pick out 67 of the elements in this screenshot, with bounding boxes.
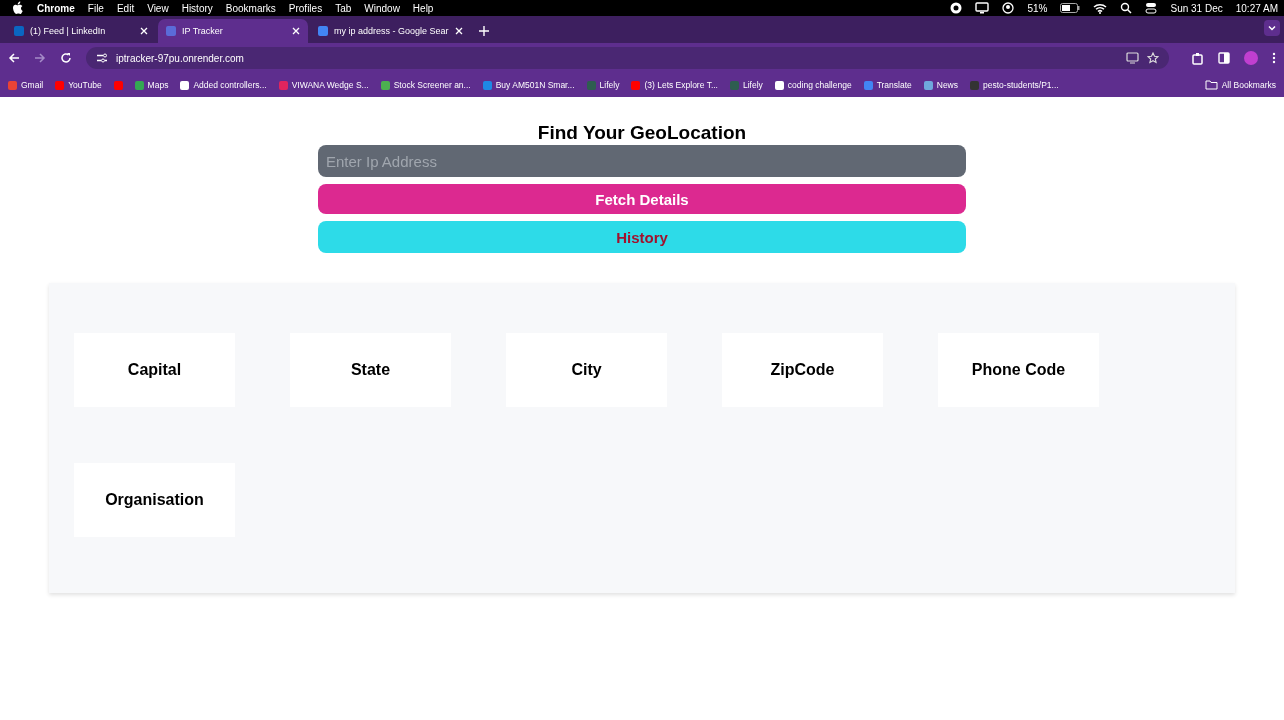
menu-item[interactable]: Edit [116,2,135,14]
search-icon[interactable] [1120,2,1133,14]
browser-tab[interactable]: my ip address - Google Sear [310,19,471,43]
browser-tab[interactable]: (1) Feed | LinkedIn [6,19,156,43]
tab-title: IP Tracker [182,26,224,36]
tab-title: my ip address - Google Sear [334,26,449,36]
menu-item[interactable]: History [181,2,213,14]
ip-address-field[interactable]: Enter Ip Address [318,145,966,177]
url-text: iptracker-97pu.onrender.com [116,52,244,64]
card-label: City [571,361,602,379]
reload-icon[interactable] [60,52,72,64]
display-icon[interactable] [975,2,990,14]
page-title: Find Your GeoLocation [536,123,748,143]
menu-item[interactable]: Help [412,2,434,14]
chevron-down-icon[interactable] [1264,20,1280,36]
menu-item[interactable]: Profiles [288,2,323,14]
menu-time: 10:27 AM [1235,2,1278,14]
bookmark[interactable]: coding challenge [774,80,852,90]
bookmark[interactable]: pesto-students/P1... [970,80,1059,90]
menu-item[interactable]: View [147,2,169,14]
bookmark[interactable]: Buy AM501N Smar... [482,80,575,90]
battery-percent: 51% [1027,2,1048,14]
menu-item[interactable]: Tab [335,2,352,14]
apple-icon[interactable] [12,1,24,15]
back-icon[interactable] [8,52,20,64]
install-icon[interactable] [1126,52,1139,64]
menu-item[interactable]: File [87,2,104,14]
close-icon[interactable] [454,27,463,35]
bookmark[interactable]: Lifely [586,80,620,90]
record-icon[interactable] [950,2,963,14]
address-bar[interactable]: iptracker-97pu.onrender.com [86,47,1169,69]
bookmark[interactable]: News [923,80,958,90]
bookmark[interactable]: Maps [134,80,169,90]
menu-item[interactable]: Bookmarks [225,2,276,14]
bookmark[interactable]: Translate [863,80,912,90]
bookmark[interactable]: Added controllers... [180,80,267,90]
forward-icon[interactable] [34,52,46,64]
history-button[interactable]: History [318,221,966,253]
battery-icon[interactable] [1060,3,1081,13]
site-settings-icon[interactable] [96,52,108,64]
menu-date: Sun 31 Dec [1170,2,1223,14]
card-label: Organisation [105,491,204,509]
toggles-icon[interactable] [1145,2,1158,14]
tab-title: (1) Feed | LinkedIn [30,26,107,36]
bookmark[interactable]: Gmail [8,80,44,90]
all-bookmarks-button[interactable]: All Bookmarks [1204,80,1276,90]
close-icon[interactable] [140,27,148,35]
bookmark[interactable]: Stock Screener an... [380,80,471,90]
star-icon[interactable] [1147,52,1159,64]
card-label: State [350,361,391,379]
side-panel-icon[interactable] [1218,52,1230,64]
folder-icon [1204,80,1218,90]
menu-app-name[interactable]: Chrome [37,2,75,14]
new-tab-icon[interactable] [478,26,489,36]
menu-item[interactable]: Window [364,2,400,14]
card-label: Phone Code [971,361,1066,379]
bookmark[interactable]: Lifely [729,80,763,90]
wifi-icon[interactable] [1093,2,1108,14]
card-label: ZipCode [770,361,835,379]
more-icon[interactable] [1272,52,1276,64]
close-icon[interactable] [292,27,300,35]
bookmark[interactable]: VIWANA Wedge S... [278,80,369,90]
bookmark[interactable]: (3) Lets Explore T... [631,80,718,90]
browser-tab[interactable]: IP Tracker [158,19,308,43]
fetch-button[interactable]: Fetch Details [318,184,966,214]
bookmark[interactable]: YouTube [55,80,102,90]
card-label: Capital [127,361,182,379]
